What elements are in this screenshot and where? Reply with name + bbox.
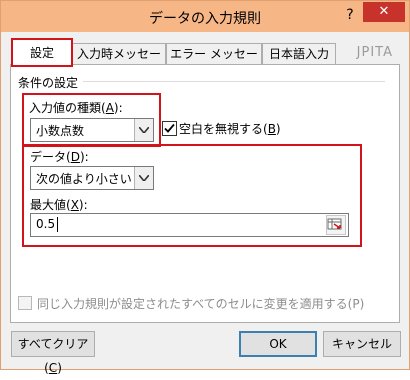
apply-all-label: 同じ入力規則が設定されたすべてのセルに変更を適用する(P) bbox=[37, 297, 365, 311]
data-select[interactable]: 次の値より小さい bbox=[30, 166, 154, 190]
tab-settings[interactable]: 設定 bbox=[11, 38, 73, 67]
help-button[interactable]: ? bbox=[341, 5, 359, 25]
range-select-icon bbox=[327, 218, 342, 230]
watermark: JPITA bbox=[356, 45, 393, 60]
data-select-value: 次の値より小さい bbox=[36, 172, 132, 186]
close-button[interactable]: ✕ bbox=[363, 2, 405, 22]
allow-label: 入力値の種類(A): bbox=[29, 101, 123, 115]
tab-input-message[interactable]: 入力時メッセージ bbox=[72, 43, 166, 81]
chevron-down-icon bbox=[139, 175, 149, 181]
data-dropdown-button[interactable] bbox=[134, 167, 153, 189]
group-divider bbox=[83, 81, 385, 82]
ok-button[interactable]: OK bbox=[239, 331, 317, 357]
allow-select-value: 小数点数 bbox=[36, 124, 85, 138]
max-value-input[interactable]: 0.5 bbox=[30, 213, 349, 237]
ignore-blank-label[interactable]: 空白を無視する(B) bbox=[179, 120, 281, 137]
allow-select[interactable]: 小数点数 bbox=[30, 118, 154, 142]
cancel-button[interactable]: キャンセル bbox=[323, 331, 401, 357]
tab-error-message[interactable]: エラー メッセージ bbox=[166, 43, 262, 81]
max-value-text: 0.5 bbox=[36, 217, 56, 231]
data-label: データ(D): bbox=[30, 150, 89, 164]
checkmark-icon bbox=[164, 123, 175, 133]
max-label: 最大値(X): bbox=[30, 198, 88, 212]
title-bar[interactable]: データの入力規則 ? ✕ bbox=[1, 1, 409, 32]
data-validation-dialog: データの入力規則 ? ✕ 設定 入力時メッセージ エラー メッセージ 日本語入力… bbox=[0, 0, 410, 375]
tab-ime[interactable]: 日本語入力 bbox=[262, 43, 336, 64]
chevron-down-icon bbox=[139, 127, 149, 133]
close-icon: ✕ bbox=[378, 4, 390, 19]
allow-dropdown-button[interactable] bbox=[134, 119, 153, 141]
conditions-group-label: 条件の設定 bbox=[18, 76, 79, 90]
clear-all-button[interactable]: すべてクリア(C) bbox=[11, 331, 95, 375]
ignore-blank-checkbox[interactable] bbox=[162, 121, 177, 136]
range-reference-button[interactable] bbox=[326, 215, 346, 235]
text-caret bbox=[57, 217, 58, 232]
apply-all-checkbox[interactable] bbox=[18, 296, 32, 310]
